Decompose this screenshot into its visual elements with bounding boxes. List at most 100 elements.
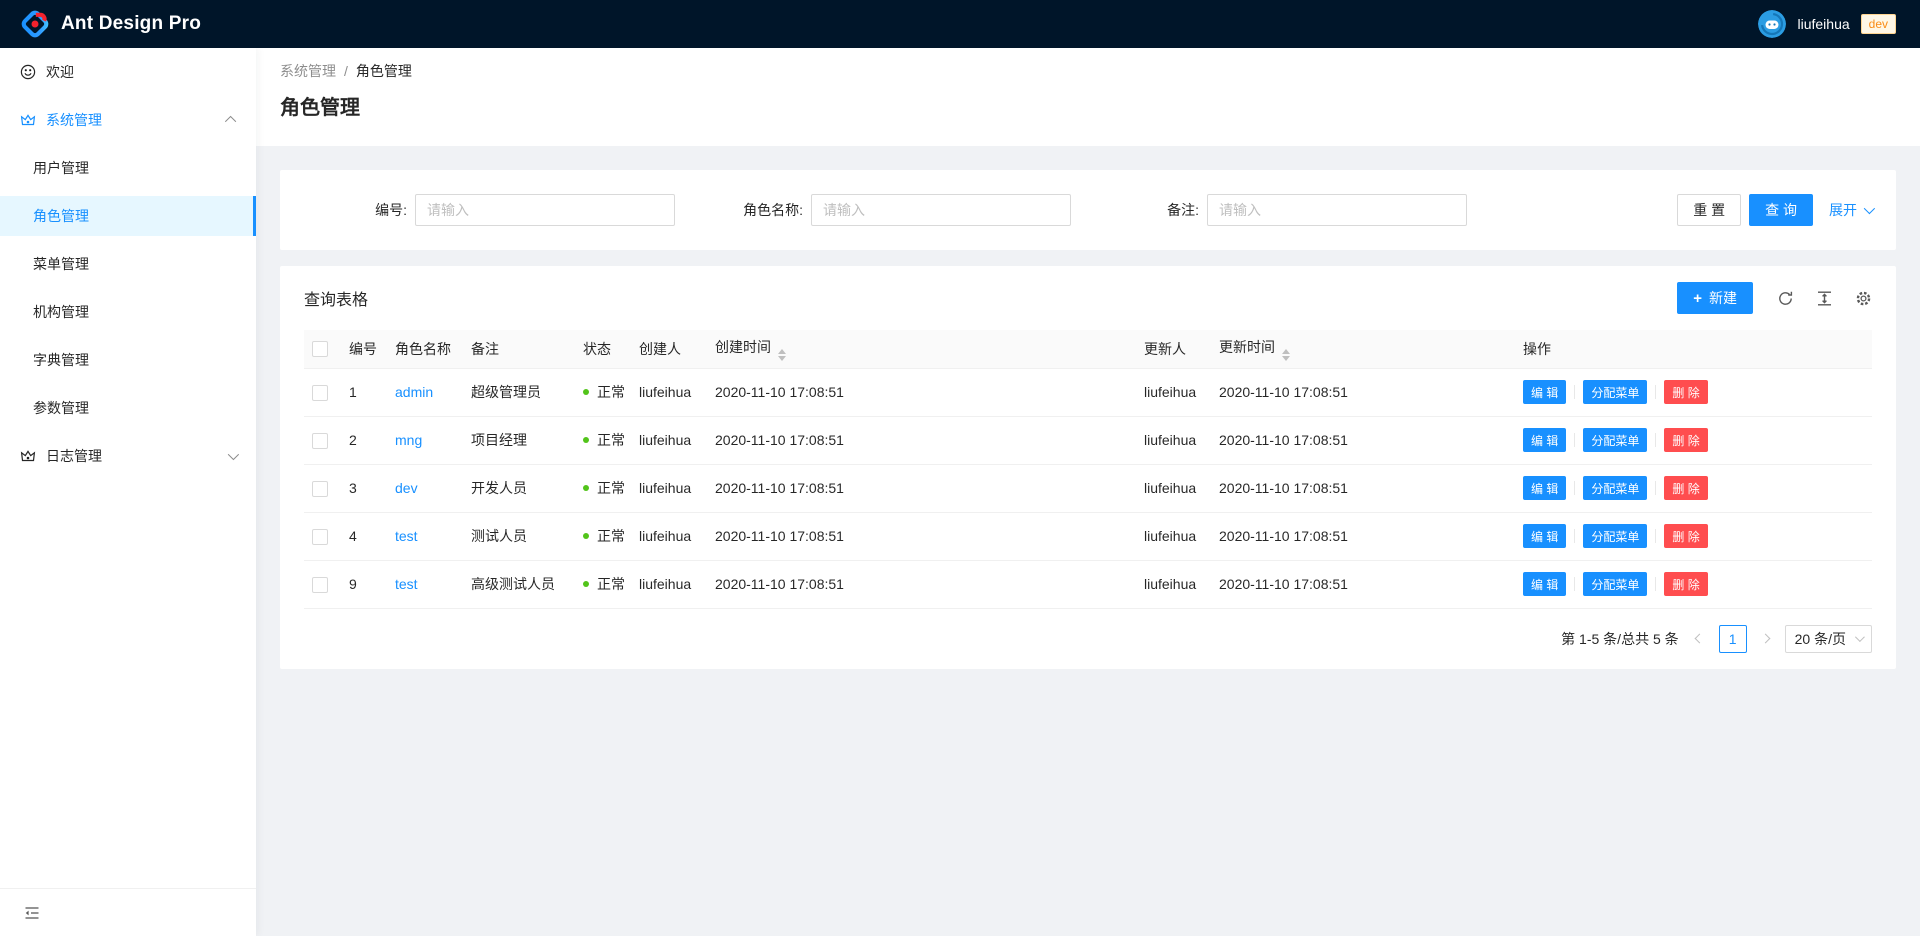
role-name-link[interactable]: test [395,528,418,544]
row-checkbox[interactable] [312,481,328,497]
query-button[interactable]: 查 询 [1749,194,1813,226]
sidebar-item-system-mgmt[interactable]: 系统管理 [0,100,256,140]
pagination: 第 1-5 条/总共 5 条 1 20 条/页 [304,625,1872,653]
plus-icon: + [1693,291,1702,306]
sidebar-item-menu-mgmt[interactable]: 菜单管理 [0,244,256,284]
edit-button[interactable]: 编 辑 [1523,476,1566,500]
column-header-id: 编号 [349,330,395,368]
remark-input[interactable] [1207,194,1467,226]
role-name-input[interactable] [811,194,1071,226]
crown-icon [20,448,36,464]
row-checkbox[interactable] [312,385,328,401]
cell-remark: 开发人员 [471,464,583,512]
logo[interactable]: Ant Design Pro [20,9,201,39]
prev-page-button[interactable] [1689,625,1711,653]
role-name-link[interactable]: admin [395,384,433,400]
app-title: Ant Design Pro [61,13,201,35]
cell-actions: 编 辑分配菜单删 除 [1523,368,1872,416]
username[interactable]: liufeihua [1797,16,1849,32]
sort-icon[interactable] [1282,349,1290,361]
reset-button[interactable]: 重 置 [1677,194,1741,226]
select-all-checkbox[interactable] [312,341,328,357]
edit-button[interactable]: 编 辑 [1523,524,1566,548]
menu-label: 参数管理 [33,398,89,418]
table-row: 3 dev 开发人员 正常 liufeihua 2020-11-10 17:08… [304,464,1872,512]
reload-icon[interactable] [1777,290,1794,307]
cell-creator: liufeihua [639,368,715,416]
remark-field-label: 备注: [1096,200,1207,220]
divider [1574,577,1575,591]
id-input[interactable] [415,194,675,226]
row-checkbox[interactable] [312,577,328,593]
chevron-down-icon [228,452,236,460]
settings-gear-icon[interactable] [1855,290,1872,307]
table-card: 查询表格 + 新建 [280,266,1896,669]
cell-id: 3 [349,464,395,512]
sidebar-item-param-mgmt[interactable]: 参数管理 [0,388,256,428]
role-name-link[interactable]: mng [395,432,422,448]
page-1-button[interactable]: 1 [1719,625,1747,653]
assign-menu-button[interactable]: 分配菜单 [1583,524,1647,548]
sort-icon[interactable] [778,349,786,361]
roles-table: 编号 角色名称 备注 状态 创建人 创建时间 更新人 更新时间 [304,330,1872,609]
divider [1574,385,1575,399]
assign-menu-button[interactable]: 分配菜单 [1583,428,1647,452]
cell-remark: 项目经理 [471,416,583,464]
sidebar-item-org-mgmt[interactable]: 机构管理 [0,292,256,332]
cell-status: 正常 [583,368,639,416]
search-form: 编号: 角色名称: 备注: 重 置 查 询 展开 [280,170,1896,250]
role-name-link[interactable]: test [395,576,418,592]
delete-button[interactable]: 删 除 [1664,524,1707,548]
page-size-select[interactable]: 20 条/页 [1785,625,1872,653]
column-header-creator: 创建人 [639,330,715,368]
breadcrumb-parent[interactable]: 系统管理 [280,60,336,82]
table-row: 1 admin 超级管理员 正常 liufeihua 2020-11-10 17… [304,368,1872,416]
edit-button[interactable]: 编 辑 [1523,572,1566,596]
row-checkbox[interactable] [312,529,328,545]
sidebar-item-role-mgmt[interactable]: 角色管理 [0,196,256,236]
assign-menu-button[interactable]: 分配菜单 [1583,476,1647,500]
cell-updater: liufeihua [1144,368,1219,416]
cell-updater: liufeihua [1144,464,1219,512]
cell-status: 正常 [583,512,639,560]
menu-label: 机构管理 [33,302,89,322]
new-button[interactable]: + 新建 [1677,282,1753,314]
delete-button[interactable]: 删 除 [1664,380,1707,404]
delete-button[interactable]: 删 除 [1664,428,1707,452]
status-dot [583,485,589,491]
cell-id: 9 [349,560,395,608]
divider [1655,481,1656,495]
delete-button[interactable]: 删 除 [1664,476,1707,500]
table-row: 4 test 测试人员 正常 liufeihua 2020-11-10 17:0… [304,512,1872,560]
avatar[interactable] [1758,10,1786,38]
row-checkbox[interactable] [312,433,328,449]
assign-menu-button[interactable]: 分配菜单 [1583,380,1647,404]
density-icon[interactable] [1816,290,1833,307]
sidebar-item-dict-mgmt[interactable]: 字典管理 [0,340,256,380]
content-area: 编号: 角色名称: 备注: 重 置 查 询 展开 [256,146,1920,693]
divider [1655,385,1656,399]
sidebar-item-welcome[interactable]: 欢迎 [0,52,256,92]
cell-updated-at: 2020-11-10 17:08:51 [1219,560,1523,608]
logo-icon [20,9,50,39]
smile-icon [20,64,36,80]
env-tag: dev [1861,14,1896,34]
expand-link[interactable]: 展开 [1829,200,1872,220]
cell-remark: 测试人员 [471,512,583,560]
edit-button[interactable]: 编 辑 [1523,380,1566,404]
cell-updated-at: 2020-11-10 17:08:51 [1219,416,1523,464]
assign-menu-button[interactable]: 分配菜单 [1583,572,1647,596]
cell-status: 正常 [583,560,639,608]
search-field-remark: 备注: [1096,194,1492,226]
sidebar-collapse-button[interactable] [0,888,256,936]
edit-button[interactable]: 编 辑 [1523,428,1566,452]
divider [1655,529,1656,543]
sidebar-item-log-mgmt[interactable]: 日志管理 [0,436,256,476]
column-header-status: 状态 [583,330,639,368]
sidebar-item-user-mgmt[interactable]: 用户管理 [0,148,256,188]
chevron-down-icon [1855,632,1865,642]
role-name-link[interactable]: dev [395,480,418,496]
next-page-button[interactable] [1755,625,1777,653]
delete-button[interactable]: 删 除 [1664,572,1707,596]
page-size-value: 20 条/页 [1795,629,1846,649]
